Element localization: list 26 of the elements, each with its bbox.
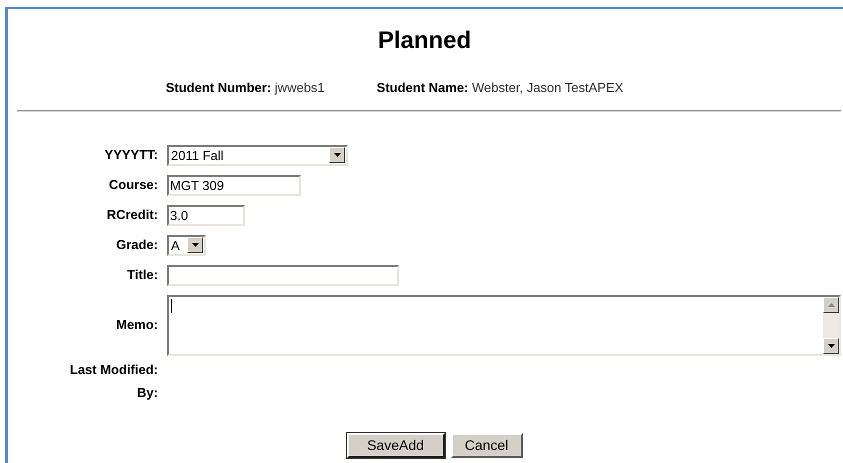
dropdown[interactable]: A <box>167 234 206 256</box>
input-field[interactable]: MGT 309 <box>167 174 301 196</box>
text-area[interactable] <box>167 294 841 356</box>
field-label: Course: <box>108 176 158 194</box>
up-arrow-icon <box>828 302 834 306</box>
field-label: RCredit: <box>106 206 158 224</box>
scroll-bar[interactable] <box>823 296 839 354</box>
field-label: Title: <box>127 266 158 284</box>
scroll-down-button[interactable] <box>823 338 839 354</box>
down-arrow-icon <box>828 344 834 348</box>
cancel-button[interactable]: Cancel <box>450 432 522 458</box>
down-arrow-icon <box>334 153 340 157</box>
field-label: YYYYTT: <box>104 146 158 164</box>
field-label: By: <box>137 384 158 402</box>
input-field[interactable] <box>167 264 399 286</box>
field-label: Last Modified: <box>70 360 158 378</box>
dropdown[interactable]: 2011 Fall <box>167 144 348 166</box>
student-info: Student Name: Webster, Jason TestAPEX <box>376 79 624 97</box>
field-label: Memo: <box>116 316 158 334</box>
input-field[interactable]: 3.0 <box>167 204 245 226</box>
page-title: Planned <box>378 26 472 56</box>
field-label: Grade: <box>116 236 158 254</box>
scroll-up-button[interactable] <box>823 296 839 312</box>
student-info: Student Number: jwwebs1 <box>166 79 325 97</box>
default-button[interactable]: SaveAdd <box>346 432 444 458</box>
down-arrow-icon <box>192 243 198 247</box>
